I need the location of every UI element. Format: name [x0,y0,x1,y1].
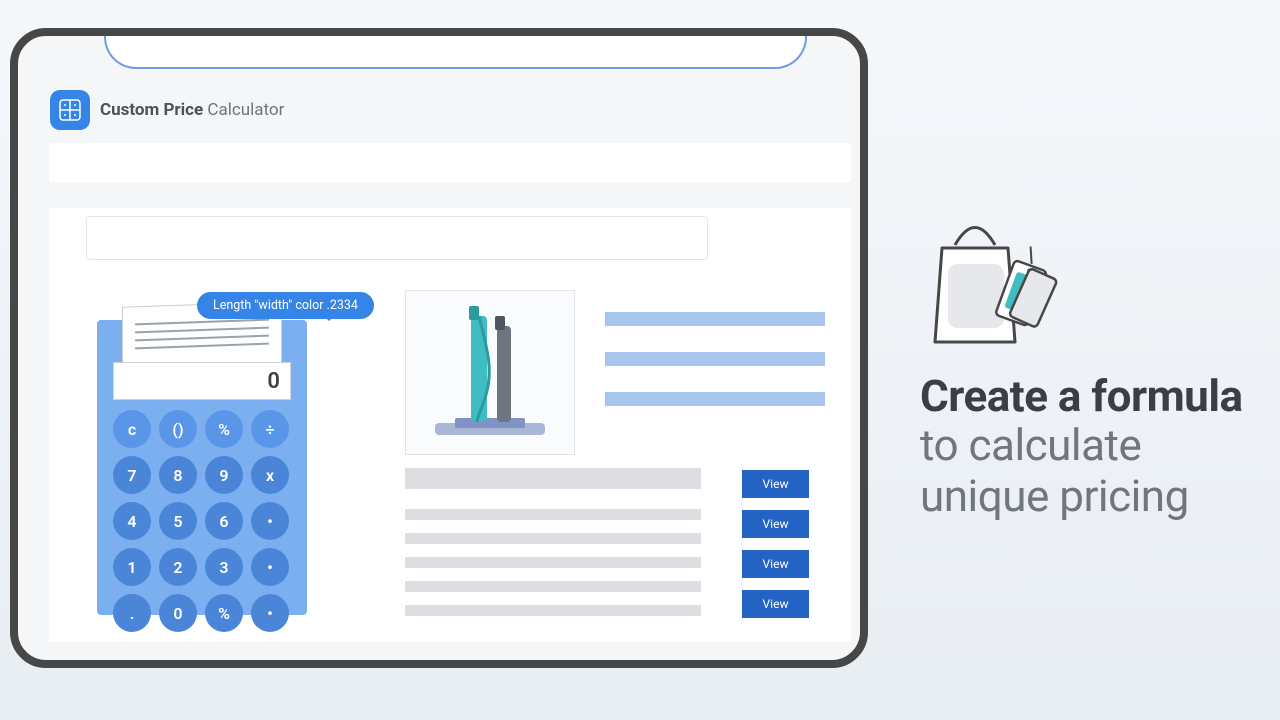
calc-key-2[interactable]: 2 [159,548,197,586]
list-lines [405,468,701,629]
content-panel: Length "width" color .2334 0 c()%÷789x45… [49,208,851,642]
calc-key-0[interactable]: 0 [159,594,197,632]
calc-key-1[interactable]: 1 [113,548,151,586]
calc-key-6[interactable]: 6 [205,502,243,540]
calc-key-()[interactable]: () [159,410,197,448]
calc-key-4[interactable]: 4 [113,502,151,540]
calc-key-%[interactable]: % [205,410,243,448]
calc-key-9[interactable]: 9 [205,456,243,494]
view-button[interactable]: View [742,550,809,578]
app-title: Custom Price Calculator [100,100,284,120]
view-button[interactable]: View [742,590,809,618]
promo-panel: Create a formula to calculate unique pri… [920,210,1260,522]
calc-key-÷[interactable]: ÷ [251,410,289,448]
view-button[interactable]: View [742,470,809,498]
calc-key-x[interactable]: x [251,456,289,494]
search-placeholder [86,216,708,260]
calc-key-.[interactable]: . [113,594,151,632]
toolbar-placeholder [49,143,851,182]
calculator-keypad: c()%÷789x456•123•.0%• [113,410,289,632]
calc-key-7[interactable]: 7 [113,456,151,494]
app-title-bold: Custom Price [100,100,203,120]
app-frame: Custom Price Calculator Length "width" c… [10,28,868,668]
calc-key-•[interactable]: • [251,548,289,586]
calc-key-•[interactable]: • [251,594,289,632]
calculator-display: 0 [113,362,291,400]
product-preview [405,290,575,455]
app-header: Custom Price Calculator [50,90,284,130]
browser-notch [104,28,807,69]
calc-key-8[interactable]: 8 [159,456,197,494]
calculator: 0 c()%÷789x456•123•.0%• [97,320,307,615]
app-logo-icon [50,90,90,130]
calc-key-c[interactable]: c [113,410,151,448]
formula-tooltip: Length "width" color .2334 [197,292,374,319]
app-title-light: Calculator [203,100,284,120]
calc-key-%[interactable]: % [205,594,243,632]
view-button[interactable]: View [742,510,809,538]
calc-key-5[interactable]: 5 [159,502,197,540]
promo-subline-1: to calculate [920,420,1260,471]
promo-subline-2: unique pricing [920,471,1260,522]
view-button-column: View View View View [742,470,809,618]
detail-lines [605,312,825,432]
promo-headline: Create a formula [920,372,1260,420]
calc-key-•[interactable]: • [251,502,289,540]
shopping-bag-icon [920,210,1260,354]
calc-key-3[interactable]: 3 [205,548,243,586]
